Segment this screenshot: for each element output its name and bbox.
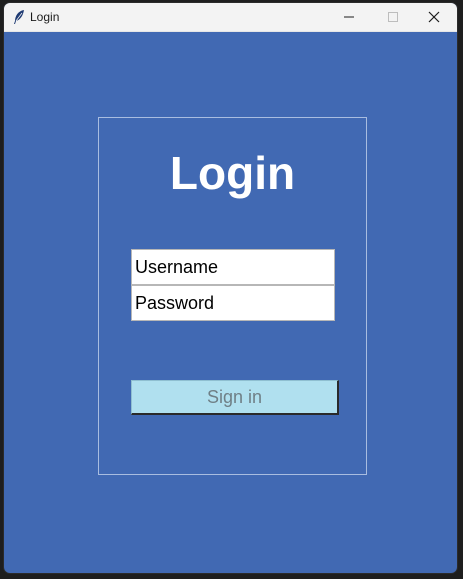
username-input[interactable]: [131, 249, 335, 285]
maximize-button[interactable]: [370, 3, 415, 31]
maximize-icon: [388, 12, 398, 22]
login-panel: Login Sign in: [98, 117, 367, 475]
login-window: Login Login Sign in: [4, 3, 457, 573]
feather-icon: [14, 10, 24, 24]
close-button[interactable]: [412, 3, 457, 31]
close-icon: [428, 11, 440, 23]
password-input[interactable]: [131, 285, 335, 321]
login-heading: Login: [169, 147, 296, 199]
sign-in-button[interactable]: Sign in: [131, 380, 339, 415]
minimize-button[interactable]: [326, 3, 371, 31]
window-title: Login: [30, 10, 60, 24]
title-bar[interactable]: Login: [4, 3, 457, 32]
minimize-icon: [344, 16, 354, 18]
